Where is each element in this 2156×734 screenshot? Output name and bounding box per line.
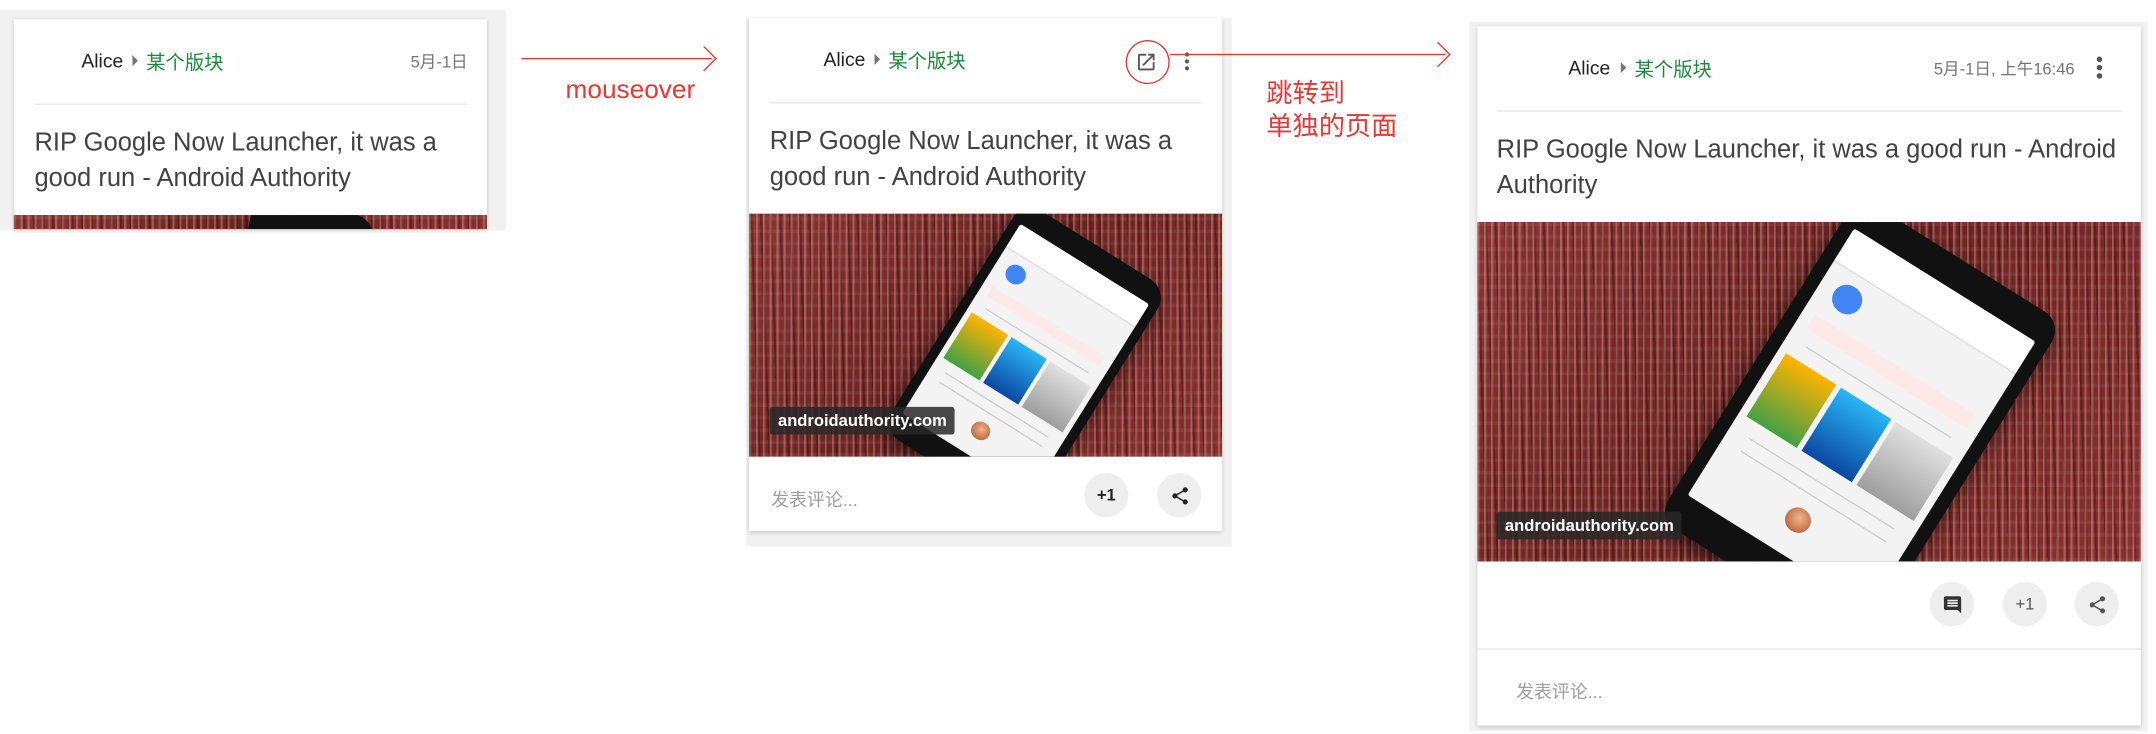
- post-date: 5月-1日: [410, 52, 468, 72]
- comment-input[interactable]: 发表评论...: [771, 486, 858, 512]
- jump-label-line2: 单独的页面: [1266, 113, 1398, 143]
- source-watermark: androidauthority.com: [1496, 511, 1683, 540]
- card-header: Alice 某个版块 5月-1日: [14, 19, 487, 105]
- comment-button[interactable]: [1929, 582, 1974, 627]
- open-in-new-icon[interactable]: [1135, 51, 1157, 73]
- footer-divider: [1477, 648, 2141, 650]
- post-title[interactable]: RIP Google Now Launcher, it was a good r…: [1497, 131, 2125, 203]
- card-header: Alice 某个版块 5月-1日, 上午16:46: [1477, 26, 2140, 112]
- phone-in-photo: [244, 215, 377, 229]
- breadcrumb-caret-icon: [1620, 62, 1627, 74]
- mouseover-label: mouseover: [565, 75, 696, 105]
- comment-input[interactable]: 发表评论...: [1516, 677, 1603, 703]
- board-link[interactable]: 某个版块: [1635, 55, 1712, 83]
- comment-icon: [1943, 595, 1961, 613]
- post-card-collapsed[interactable]: Alice 某个版块 5月-1日 RIP Google Now Launcher…: [13, 19, 487, 229]
- card-header: Alice 某个版块: [749, 18, 1222, 104]
- jump-label-line1: 跳转到: [1266, 80, 1345, 109]
- post-card-hover[interactable]: Alice 某个版块 RIP Google Now Launcher, it w…: [749, 17, 1223, 532]
- more-vert-icon[interactable]: [1184, 52, 1191, 73]
- post-title[interactable]: RIP Google Now Launcher, it was a good r…: [770, 123, 1205, 195]
- phone-in-photo: [1656, 222, 2064, 562]
- share-icon: [2088, 595, 2105, 613]
- header-divider: [1496, 110, 2122, 112]
- post-date: 5月-1日, 上午16:46: [1933, 59, 2075, 79]
- breadcrumb-caret-icon: [132, 55, 138, 67]
- plus-one-button[interactable]: +1: [2002, 582, 2048, 627]
- breadcrumb-caret-icon: [874, 53, 881, 65]
- arrow-line: [521, 57, 712, 60]
- arrow-head-icon: [691, 45, 717, 72]
- author-name[interactable]: Alice: [824, 48, 866, 70]
- header-divider: [769, 102, 1202, 104]
- post-title[interactable]: RIP Google Now Launcher, it was a good r…: [34, 124, 469, 196]
- source-watermark: androidauthority.com: [769, 406, 956, 435]
- header-divider: [34, 103, 467, 105]
- post-image[interactable]: androidauthority.com: [749, 213, 1223, 457]
- more-vert-icon[interactable]: [2096, 56, 2103, 82]
- scene: Alice 某个版块 5月-1日 RIP Google Now Launcher…: [0, 0, 2156, 734]
- post-image[interactable]: [13, 215, 487, 229]
- phone-screen: [1687, 228, 2036, 562]
- author-name[interactable]: Alice: [81, 50, 123, 72]
- arrow-line: [1169, 53, 1446, 56]
- share-button[interactable]: [2074, 582, 2119, 627]
- post-image[interactable]: androidauthority.com: [1477, 222, 2141, 562]
- author-name[interactable]: Alice: [1568, 57, 1610, 79]
- share-button[interactable]: [1157, 473, 1202, 518]
- share-icon: [1171, 486, 1188, 504]
- arrow-head-icon: [1425, 41, 1451, 68]
- board-link[interactable]: 某个版块: [146, 48, 223, 76]
- plus-one-button[interactable]: +1: [1084, 473, 1129, 518]
- post-card-page[interactable]: Alice 某个版块 5月-1日, 上午16:46 RIP Google Now…: [1477, 26, 2141, 726]
- board-link[interactable]: 某个版块: [888, 47, 965, 75]
